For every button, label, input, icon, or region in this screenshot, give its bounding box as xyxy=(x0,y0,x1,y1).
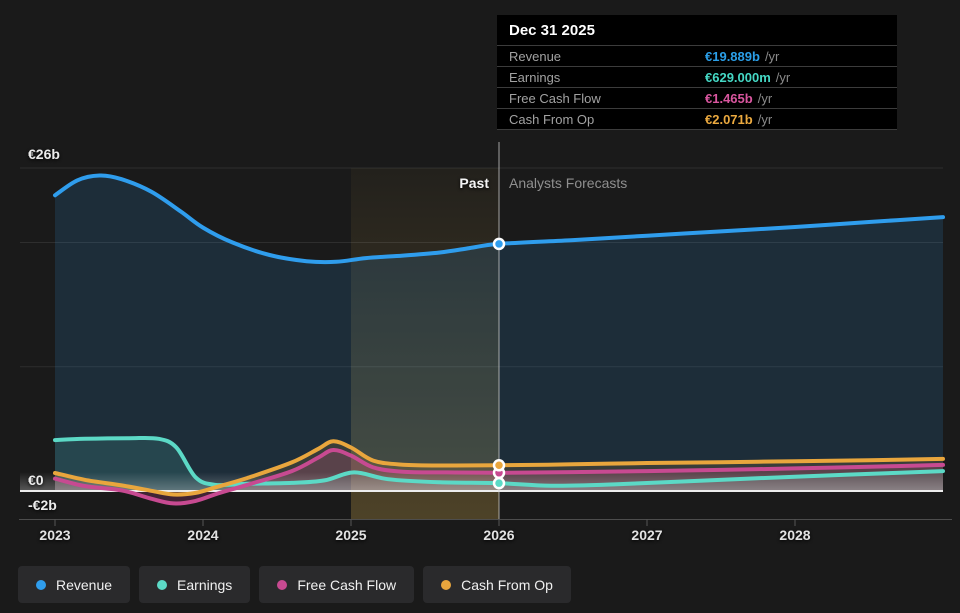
tooltip-value: €19.889b xyxy=(705,49,760,64)
x-axis-label-2028: 2028 xyxy=(765,527,825,543)
legend-item-revenue[interactable]: Revenue xyxy=(18,566,130,603)
tooltip-value: €629.000m xyxy=(705,70,771,85)
legend-item-cash-from-op[interactable]: Cash From Op xyxy=(423,566,571,603)
tooltip-label: Revenue xyxy=(509,49,705,64)
tooltip-label: Free Cash Flow xyxy=(509,91,705,106)
earnings-marker-dot xyxy=(494,478,504,488)
tooltip-value: €1.465b xyxy=(705,91,753,106)
legend-item-free-cash-flow[interactable]: Free Cash Flow xyxy=(259,566,414,603)
tooltip-unit: /yr xyxy=(765,49,779,64)
tooltip-date-title: Dec 31 2025 xyxy=(497,15,897,46)
revenue-marker-dot xyxy=(494,239,504,249)
past-label: Past xyxy=(389,175,489,191)
legend-label: Free Cash Flow xyxy=(297,577,396,593)
tooltip-unit: /yr xyxy=(758,112,772,127)
tooltip-row-earnings: Earnings €629.000m /yr xyxy=(497,67,897,88)
legend-label: Revenue xyxy=(56,577,112,593)
analysts-forecasts-label: Analysts Forecasts xyxy=(509,175,627,191)
legend-item-earnings[interactable]: Earnings xyxy=(139,566,250,603)
free-cash-flow-dot-icon xyxy=(277,580,287,590)
tooltip-row-free-cash-flow: Free Cash Flow €1.465b /yr xyxy=(497,88,897,109)
stock-financial-chart: €26b €0 -€2b Past Analysts Forecasts 202… xyxy=(0,0,960,613)
cash-from-op-marker-dot xyxy=(494,460,504,470)
tooltip-label: Earnings xyxy=(509,70,705,85)
tooltip-label: Cash From Op xyxy=(509,112,705,127)
y-axis-label-neg2b: -€2b xyxy=(28,497,57,513)
cash-from-op-dot-icon xyxy=(441,580,451,590)
x-axis-label-2027: 2027 xyxy=(617,527,677,543)
y-axis-label-26b: €26b xyxy=(28,146,60,162)
x-axis-label-2026: 2026 xyxy=(469,527,529,543)
tooltip-row-cash-from-op: Cash From Op €2.071b /yr xyxy=(497,109,897,130)
x-axis-label-2024: 2024 xyxy=(173,527,233,543)
tooltip-value: €2.071b xyxy=(705,112,753,127)
chart-legend: Revenue Earnings Free Cash Flow Cash Fro… xyxy=(18,566,571,603)
tooltip-unit: /yr xyxy=(758,91,772,106)
earnings-dot-icon xyxy=(157,580,167,590)
y-axis-label-0: €0 xyxy=(28,472,44,488)
revenue-dot-icon xyxy=(36,580,46,590)
legend-label: Cash From Op xyxy=(461,577,553,593)
chart-tooltip: Dec 31 2025 Revenue €19.889b /yr Earning… xyxy=(497,15,897,130)
tooltip-row-revenue: Revenue €19.889b /yr xyxy=(497,46,897,67)
x-axis-label-2025: 2025 xyxy=(321,527,381,543)
x-axis-label-2023: 2023 xyxy=(25,527,85,543)
tooltip-unit: /yr xyxy=(776,70,790,85)
legend-label: Earnings xyxy=(177,577,232,593)
